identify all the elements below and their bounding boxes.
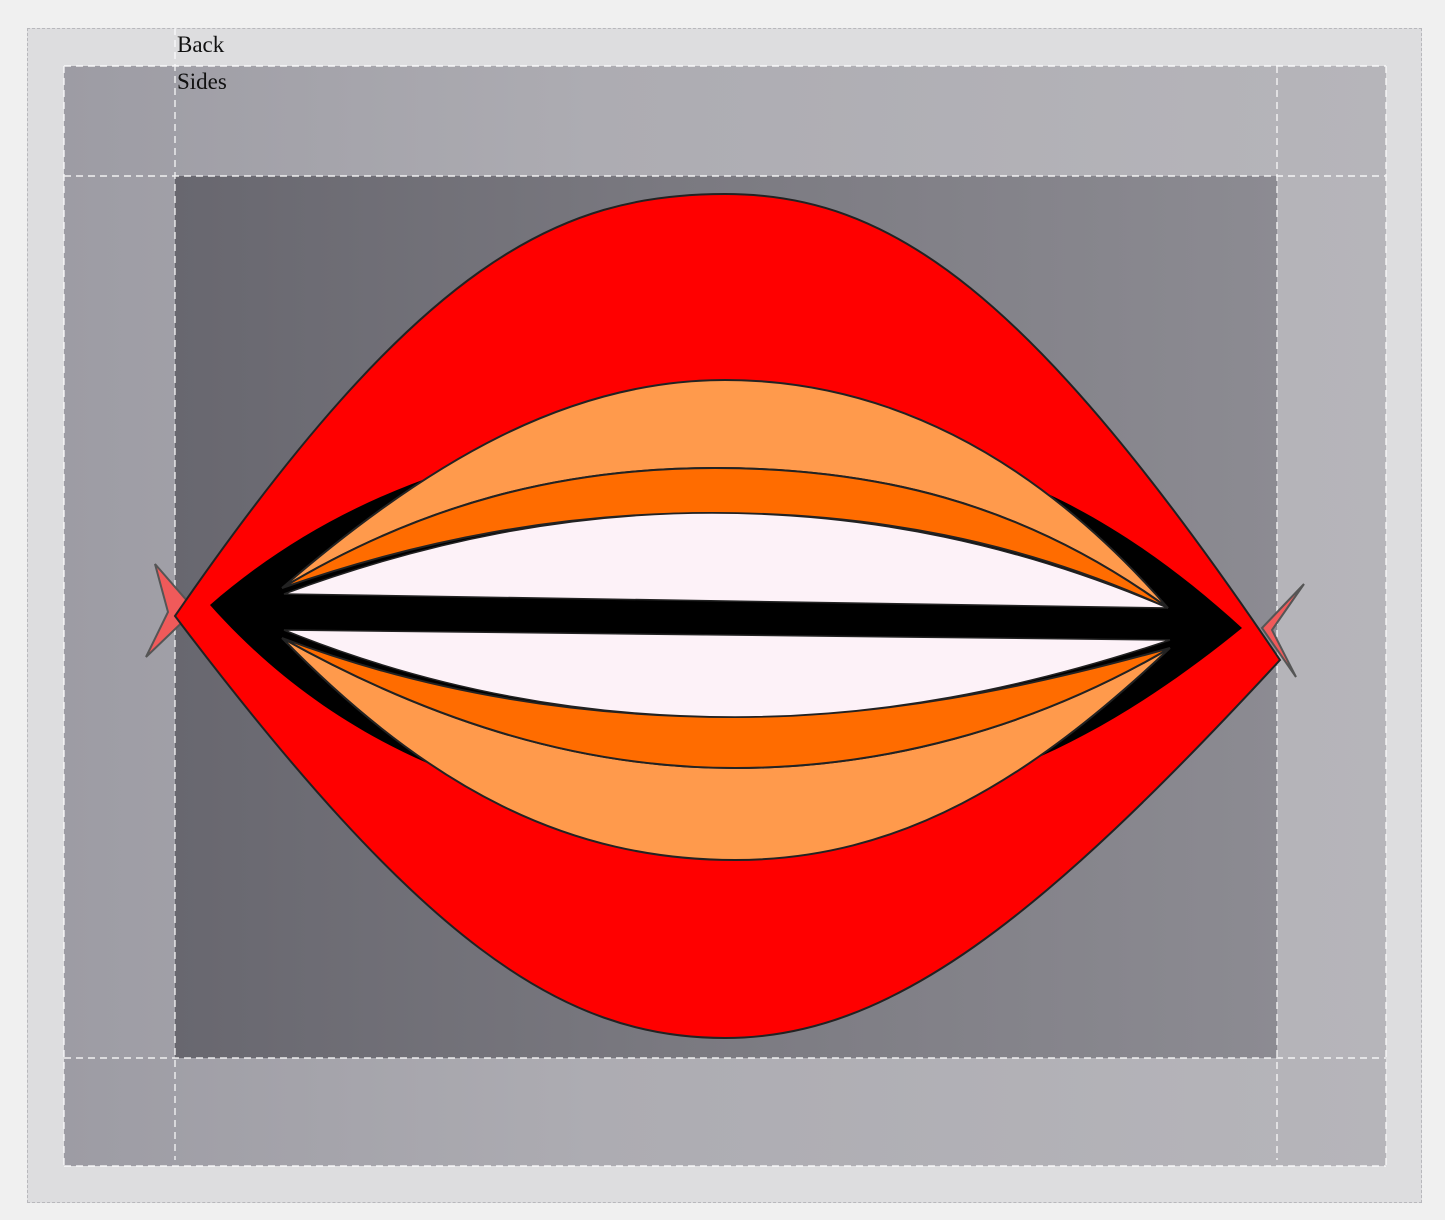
layout-stage: Back Sides xyxy=(0,0,1445,1220)
sides-label: Sides xyxy=(177,69,227,94)
lens-shape-diagram xyxy=(63,28,1387,1167)
back-label: Back xyxy=(177,32,225,57)
